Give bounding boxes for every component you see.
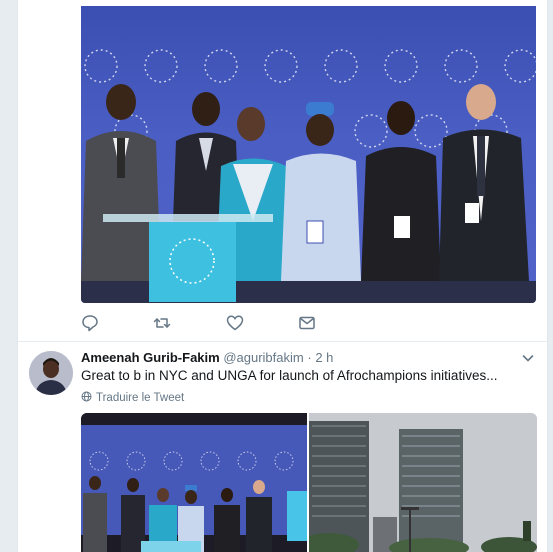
media-photo-2[interactable] — [309, 413, 537, 552]
tweet-actions — [81, 314, 381, 336]
timeline-column: Ameenah Gurib-Fakim @aguribfakim · 2 h G… — [17, 0, 548, 552]
retweet-icon[interactable] — [153, 314, 175, 336]
author-handle[interactable]: @aguribfakim — [223, 350, 303, 365]
message-icon[interactable] — [298, 314, 320, 336]
translate-link[interactable]: Traduire le Tweet — [81, 391, 184, 404]
globe-icon — [81, 391, 92, 402]
like-icon[interactable] — [226, 314, 248, 336]
header-separator: · — [307, 350, 312, 365]
tweet-photo[interactable] — [81, 6, 536, 303]
avatar[interactable] — [29, 351, 73, 395]
author-name[interactable]: Ameenah Gurib-Fakim — [81, 350, 220, 365]
summit-group-photo — [81, 49, 536, 303]
translate-label: Traduire le Tweet — [96, 392, 185, 404]
chevron-down-icon[interactable] — [521, 351, 535, 365]
media-photo-1[interactable] — [81, 413, 307, 552]
tweet-divider — [18, 341, 547, 342]
tweet-media-grid — [81, 413, 537, 552]
tweet-header: Ameenah Gurib-Fakim @aguribfakim · 2 h — [81, 350, 333, 365]
tweet-timestamp[interactable]: 2 h — [315, 350, 333, 365]
reply-icon[interactable] — [81, 314, 103, 336]
tweet-text: Great to b in NYC and UNGA for launch of… — [81, 368, 498, 383]
